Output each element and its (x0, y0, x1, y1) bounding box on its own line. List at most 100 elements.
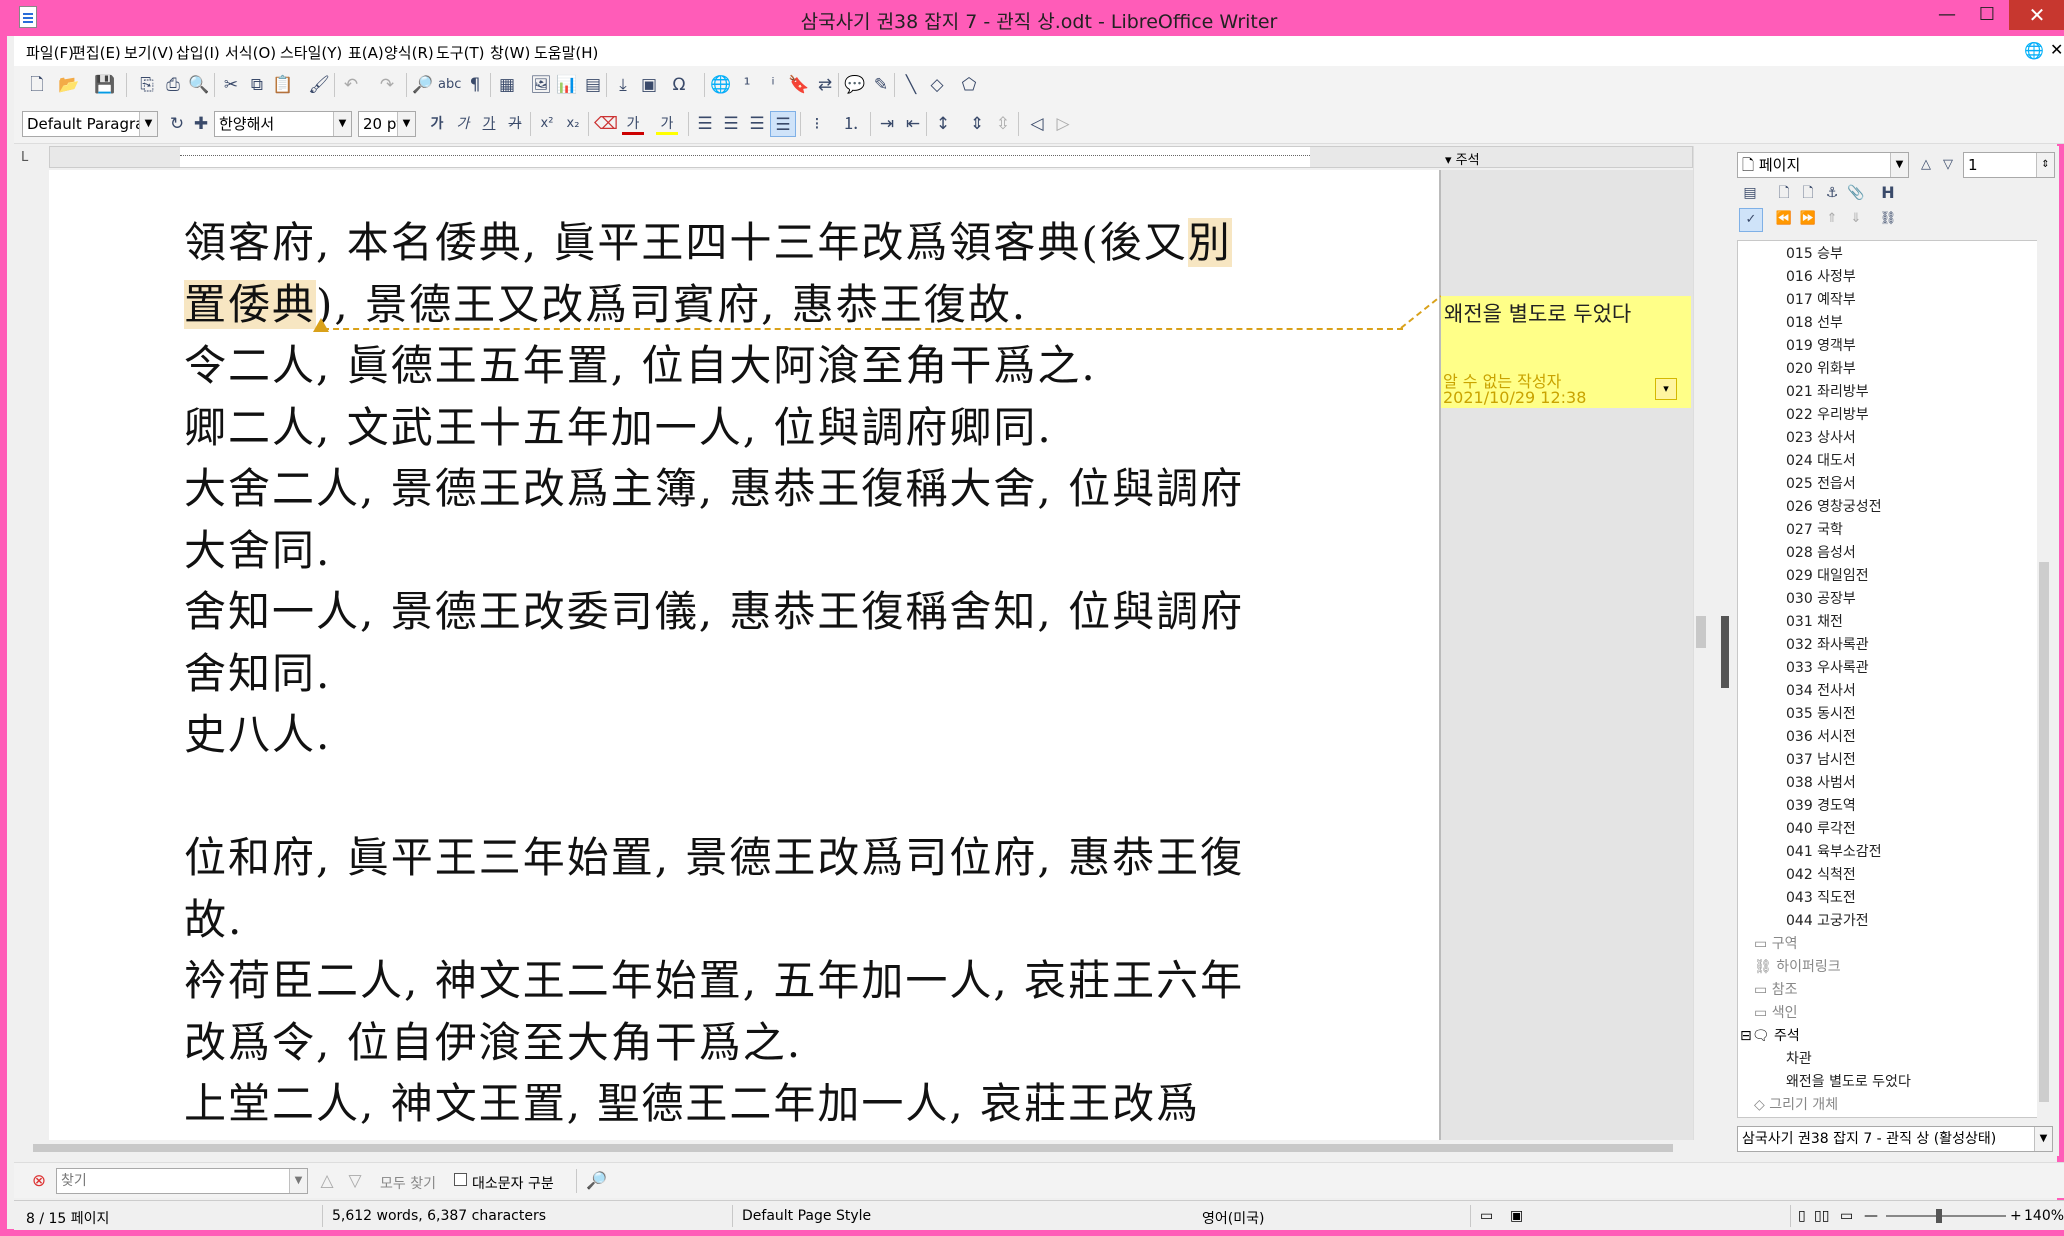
close-document-icon[interactable]: ✕ (2050, 40, 2063, 59)
track-changes-icon[interactable]: ✎ (870, 74, 892, 96)
tree-item[interactable]: 034 전사서 (1786, 680, 1856, 700)
drawing-functions-icon[interactable]: ⬠ (958, 74, 980, 96)
decrease-indent-icon[interactable]: ⇤ (902, 113, 924, 135)
italic-button[interactable]: 가 (452, 113, 474, 135)
align-right-icon[interactable]: ☰ (746, 113, 768, 135)
find-replace-icon[interactable]: 🔎 (586, 1170, 608, 1192)
cut-icon[interactable]: ✂ (220, 74, 242, 96)
insert-textbox-icon[interactable]: ▤ (582, 74, 604, 96)
insert-mode-icon[interactable]: ▭ (1480, 1208, 1493, 1224)
tree-category-drawing-objects[interactable]: ◇ 그리기 개체 (1754, 1094, 1838, 1114)
tree-category-references[interactable]: ▭ 참조 (1754, 979, 1797, 999)
tree-item[interactable]: 035 동시전 (1786, 703, 1856, 723)
demote-level-icon[interactable]: ⇓ (1845, 208, 1867, 230)
tree-item[interactable]: 015 승부 (1786, 243, 1843, 263)
chevron-down-icon[interactable]: ▼ (139, 112, 157, 136)
bold-button[interactable]: 가 (426, 113, 448, 135)
menu-view[interactable]: 보기(V) (124, 42, 174, 63)
minimize-button[interactable]: — (1927, 0, 1967, 30)
menu-edit[interactable]: 편집(E) (72, 42, 121, 63)
hyperlink-icon[interactable]: 🌐 (710, 74, 732, 96)
tree-category-hyperlinks[interactable]: ⛓ 하이퍼링크 (1754, 956, 1841, 976)
zoom-level[interactable]: 140% (2024, 1208, 2064, 1224)
save-icon[interactable]: 💾 (94, 74, 116, 96)
underline-button[interactable]: 가 (478, 113, 500, 135)
chevron-down-icon[interactable]: ▼ (397, 112, 415, 136)
line-icon[interactable]: ╲ (900, 74, 922, 96)
insert-table-icon[interactable]: ▦ (496, 74, 518, 96)
navigator-scrollbar[interactable] (2037, 240, 2051, 1118)
tree-item[interactable]: 040 루각전 (1786, 818, 1856, 838)
tree-item[interactable]: 037 남시전 (1786, 749, 1856, 769)
commented-text[interactable]: 置倭典 (184, 279, 317, 329)
demote-chapter-icon[interactable]: ⏩ (1797, 208, 1819, 230)
language[interactable]: 영어(미국) (1202, 1208, 1264, 1228)
insert-image-icon[interactable]: 🖼 (530, 74, 552, 96)
chevron-down-icon[interactable]: ▼ (1890, 153, 1908, 177)
tree-item[interactable]: 022 우리방부 (1786, 404, 1869, 424)
tree-item[interactable]: 043 직도전 (1786, 887, 1856, 907)
tree-item[interactable]: 023 상사서 (1786, 427, 1856, 447)
scrollbar-thumb[interactable] (33, 1144, 1673, 1152)
tree-item[interactable]: 018 선부 (1786, 312, 1843, 332)
drag-mode-icon[interactable]: ⛓ (1877, 208, 1899, 230)
zoom-out-icon[interactable]: — (1864, 1208, 1878, 1224)
previous-icon[interactable]: △ (1915, 154, 1937, 176)
tree-item[interactable]: 032 좌사록관 (1786, 634, 1869, 654)
export-pdf-icon[interactable]: ⎘ (136, 74, 158, 96)
spinner-arrows-icon[interactable]: ⇕ (2036, 153, 2054, 177)
tree-category-sections[interactable]: ▭ 구역 (1754, 933, 1797, 953)
horizontal-scrollbar[interactable] (21, 1140, 1693, 1156)
tree-item[interactable]: 019 영객부 (1786, 335, 1856, 355)
strikethrough-button[interactable]: 가 (504, 113, 526, 135)
clone-formatting-icon[interactable]: 🖌 (308, 74, 330, 96)
page-style[interactable]: Default Page Style (742, 1208, 871, 1224)
find-input[interactable]: 찾기 ▼ (56, 1168, 308, 1194)
menu-window[interactable]: 창(W) (490, 42, 530, 63)
superscript-button[interactable]: x² (536, 113, 558, 135)
book-view-icon[interactable]: ▭ (1840, 1208, 1853, 1224)
tree-category-comments[interactable]: ⊟🗨 주석 (1740, 1025, 1800, 1045)
chevron-down-icon[interactable]: ▼ (289, 1169, 307, 1193)
find-all-button[interactable]: 모두 찾기 (380, 1173, 436, 1193)
tree-category-indexes[interactable]: ▭ 색인 (1754, 1002, 1797, 1022)
tree-item[interactable]: 029 대일임전 (1786, 565, 1869, 585)
open-folder-icon[interactable]: 📂 (58, 74, 80, 96)
menu-form[interactable]: 양식(R) (384, 42, 434, 63)
increase-paragraph-spacing-icon[interactable]: ⇕ (966, 113, 988, 135)
tree-item[interactable]: 017 예작부 (1786, 289, 1856, 309)
tree-comment-item[interactable]: 차관 (1786, 1048, 1812, 1068)
tree-item[interactable]: 038 사범서 (1786, 772, 1856, 792)
menu-help[interactable]: 도움말(H) (534, 42, 598, 63)
sidebar-collapse-handle[interactable] (1721, 616, 1729, 688)
next-icon[interactable]: ▽ (1937, 154, 1959, 176)
comment-menu-button[interactable]: ▾ (1655, 378, 1677, 400)
promote-chapter-icon[interactable]: ⏪ (1773, 208, 1795, 230)
insert-field-icon[interactable]: ▣ (638, 74, 660, 96)
formatting-marks-icon[interactable]: ¶ (464, 74, 486, 96)
zoom-slider[interactable] (1886, 1215, 2006, 1217)
tree-item[interactable]: 042 식척전 (1786, 864, 1856, 884)
collapse-icon[interactable]: ⊟ (1740, 1028, 1752, 1044)
match-case-checkbox[interactable] (454, 1173, 467, 1186)
tree-item[interactable]: 031 채전 (1786, 611, 1843, 631)
endnote-icon[interactable]: ⁱ (762, 74, 784, 96)
horizontal-ruler[interactable]: ▾ 주석 (49, 146, 1693, 168)
special-character-icon[interactable]: Ω (668, 74, 690, 96)
navigator-tree[interactable]: 015 승부 016 사정부 017 예작부 018 선부 019 영객부 02… (1737, 240, 2039, 1118)
comment-box[interactable]: 왜전을 별도로 두었다 알 수 없는 작성자 2021/10/29 12:38 … (1441, 296, 1691, 408)
document-select[interactable]: 삼국사기 권38 잡지 7 - 관직 상 (활성상태) ▼ (1737, 1126, 2053, 1152)
find-previous-icon[interactable]: △ (316, 1170, 338, 1192)
basic-shapes-icon[interactable]: ◇ (926, 74, 948, 96)
scrollbar-thumb[interactable] (1696, 616, 1706, 648)
multi-page-view-icon[interactable]: ▯▯ (1814, 1208, 1829, 1224)
undo-icon[interactable]: ↶ (340, 74, 362, 96)
tree-item[interactable]: 036 서시전 (1786, 726, 1856, 746)
commented-text[interactable]: 別 (1187, 218, 1232, 267)
tree-item[interactable]: 016 사정부 (1786, 266, 1856, 286)
new-document-icon[interactable]: 🗋 (26, 74, 48, 96)
tree-item[interactable]: 025 전읍서 (1786, 473, 1856, 493)
tab-stop-selector[interactable]: L (21, 150, 28, 165)
menu-format[interactable]: 서식(O) (225, 42, 276, 63)
set-reminder-icon[interactable]: 📎 (1845, 182, 1867, 204)
